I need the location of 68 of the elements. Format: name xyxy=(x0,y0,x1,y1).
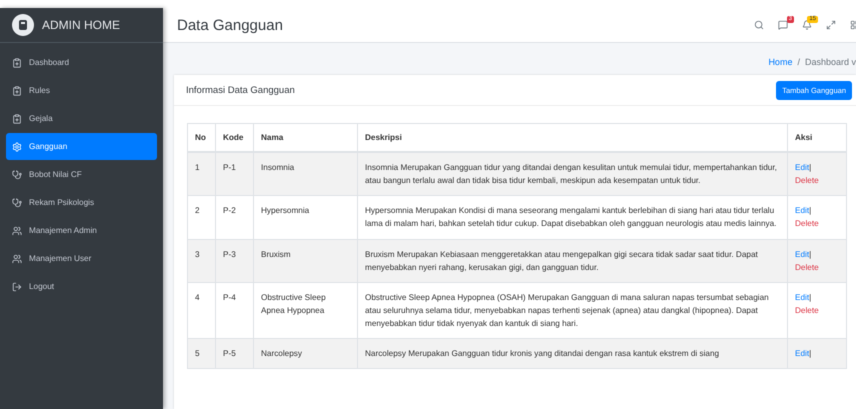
users-icon xyxy=(12,254,22,264)
sidebar-item[interactable]: Rekam Psikologis xyxy=(6,189,157,216)
table-cell: P-5 xyxy=(223,349,236,358)
delete-link[interactable]: Delete xyxy=(795,306,819,315)
table-cell: P-4 xyxy=(223,292,236,302)
delete-link[interactable]: Delete xyxy=(795,176,819,186)
table-cell: Bruxism xyxy=(261,250,291,258)
link-separator: | xyxy=(809,163,812,172)
column-header: Kode xyxy=(216,124,254,152)
breadcrumb-current: Dashboard v xyxy=(804,57,856,67)
link-separator: | xyxy=(809,206,812,216)
table-cell: 1 xyxy=(195,163,200,172)
edit-link[interactable]: Edit xyxy=(795,163,810,172)
card-title: Informasi Data Gangguan xyxy=(186,84,295,96)
edit-link[interactable]: Edit xyxy=(795,206,810,216)
fullscreen-icon[interactable] xyxy=(826,20,836,30)
table-cell: Insomnia Merupakan Gangguan tidur yang ditandai dengan kesulitan untuk memulai tidur, mempertahankan tidur, atau bangun terlalu awal dan tidak bisa tidur kembali, meskipun ada kesempatan untuk tidur. xyxy=(365,163,777,186)
logout-icon xyxy=(12,282,22,292)
table-cell: Narcolepsy Merupakan Gangguan tidur kronis yang ditandai dengan rasa kantuk ekstrem di siang xyxy=(365,349,720,358)
users-icon xyxy=(12,226,22,236)
sidebar-item[interactable]: Logout xyxy=(6,273,157,300)
table-cell: P-3 xyxy=(223,250,236,258)
breadcrumb-separator: / xyxy=(797,57,800,67)
edit-link[interactable]: Edit xyxy=(795,349,810,358)
link-separator: | xyxy=(809,349,812,358)
sidebar-item[interactable]: Gangguan xyxy=(6,133,157,160)
link-separator: | xyxy=(809,250,812,258)
table-cell: Narcolepsy xyxy=(261,349,302,358)
delete-link[interactable]: Delete xyxy=(795,219,819,228)
clipboard-icon xyxy=(12,58,22,68)
table-cell: Hypersomnia xyxy=(261,206,310,216)
clipboard-icon xyxy=(12,86,22,96)
sidebar-item[interactable]: Rules xyxy=(6,77,157,104)
link-separator: | xyxy=(809,292,812,302)
sidebar-item[interactable]: Manajemen User xyxy=(6,245,157,272)
logo-icon xyxy=(12,14,34,36)
column-header: Nama xyxy=(254,124,358,152)
sidebar-item[interactable]: Dashboard xyxy=(6,49,157,76)
table-cell: 3 xyxy=(195,250,200,258)
edit-link[interactable]: Edit xyxy=(795,292,810,302)
delete-link[interactable]: Delete xyxy=(795,262,819,272)
column-header: Deskripsi xyxy=(358,124,788,152)
table-cell: 5 xyxy=(195,349,200,358)
table-cell: Hypersomnia Merupakan Kondisi di mana seseorang mengalami kantuk berlebihan di siang hari atau tidur terlalu lama di malam hari, bahkan setelah tidur cukup. Dapat disebabkan oleh gangguan neurologis atau medis lainnya. xyxy=(365,206,776,228)
table-cell: P-2 xyxy=(223,206,236,216)
settings-icon xyxy=(12,142,22,152)
table-cell: Bruxism Merupakan Kebiasaan menggeretakkan atau mengepalkan gigi secara tidak sadar saat tidur. Dapat menyebabkan nyeri rahang, kerusakan gigi, dan gangguan tidur. xyxy=(365,250,758,272)
edit-link[interactable]: Edit xyxy=(795,250,810,258)
table-cell: Obstructive Sleep Apnea Hypopnea xyxy=(261,292,326,315)
page-title: Data Gangguan xyxy=(177,16,284,34)
clipboard-icon xyxy=(12,114,22,124)
column-header: Aksi xyxy=(788,124,846,152)
table-cell: 4 xyxy=(195,292,200,302)
table-cell: 2 xyxy=(195,206,200,216)
brand-name[interactable]: ADMIN HOME xyxy=(42,18,120,32)
breadcrumb-link[interactable]: Home xyxy=(768,57,792,67)
sidebar-item[interactable]: Manajemen Admin xyxy=(6,217,157,244)
column-header: No xyxy=(188,124,216,152)
sidebar-item[interactable]: Gejala xyxy=(6,105,157,132)
table-cell: P-1 xyxy=(223,163,236,172)
chat-icon[interactable] xyxy=(778,20,788,30)
bell-icon[interactable] xyxy=(802,20,812,30)
table-cell: Obstructive Sleep Apnea Hypopnea (OSAH) Merupakan Gangguan di mana saluran napas tersumbat sebagian atau seluruhnya selama tidur, menyebabkan napas terhenti sejenak (apnea) atau dangkal (hipopnea). Dapat menyebabkan tidur tidak nyenyak dan kantuk di siang hari. xyxy=(365,292,769,328)
sidebar-item[interactable]: Bobot Nilai CF xyxy=(6,161,157,188)
search-icon[interactable] xyxy=(754,20,764,30)
stethoscope-icon xyxy=(12,170,22,180)
table-cell: Insomnia xyxy=(261,163,294,172)
stethoscope-icon xyxy=(12,198,22,208)
